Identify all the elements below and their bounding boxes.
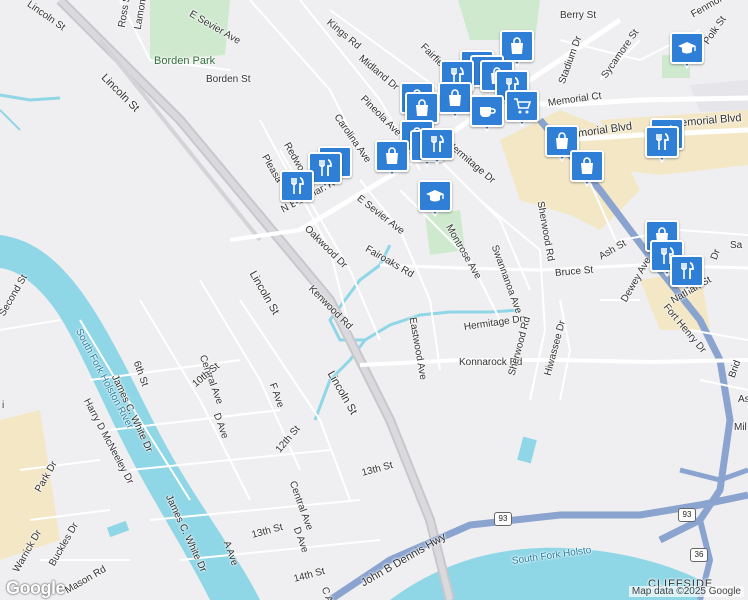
- restaurant-icon: [420, 128, 454, 160]
- shopping-bag-icon: [375, 140, 409, 172]
- poi-marker[interactable]: [645, 126, 679, 164]
- poi-marker[interactable]: [670, 32, 704, 70]
- poi-marker[interactable]: [670, 255, 704, 293]
- street-label: Borden St: [206, 74, 251, 85]
- park-label: Borden Park: [154, 55, 216, 67]
- shopping-bag-icon: [500, 30, 534, 62]
- street-label: Mil: [734, 422, 747, 433]
- map-attribution: Map data ©2025 Google: [628, 586, 744, 597]
- shopping-bag-icon: [438, 82, 472, 114]
- street-label: i: [2, 400, 5, 411]
- poi-marker[interactable]: [280, 170, 314, 208]
- shopping-cart-icon: [505, 90, 539, 122]
- restaurant-icon: [670, 255, 704, 287]
- highway-shield: 93: [494, 512, 512, 526]
- school-icon: [670, 32, 704, 64]
- shopping-bag-icon: [570, 150, 604, 182]
- poi-marker[interactable]: [505, 90, 539, 128]
- poi-marker[interactable]: [418, 180, 452, 218]
- restaurant-icon: [280, 170, 314, 202]
- highway-shield: 36: [690, 548, 708, 562]
- poi-marker[interactable]: [438, 82, 472, 120]
- school-icon: [418, 180, 452, 212]
- poi-marker[interactable]: [375, 140, 409, 178]
- restaurant-icon: [645, 126, 679, 158]
- google-logo: Google: [6, 578, 66, 598]
- highway-shield: 93: [678, 508, 696, 522]
- poi-marker[interactable]: [420, 128, 454, 166]
- street-label: As: [738, 394, 748, 405]
- street-label: Sa: [730, 240, 743, 251]
- street-label: Berry St: [560, 10, 597, 21]
- poi-marker[interactable]: [470, 95, 504, 133]
- poi-marker[interactable]: [570, 150, 604, 188]
- coffee-icon: [470, 95, 504, 127]
- map-canvas[interactable]: Lincoln St Ross St Lamont St E Sevier Av…: [0, 0, 748, 600]
